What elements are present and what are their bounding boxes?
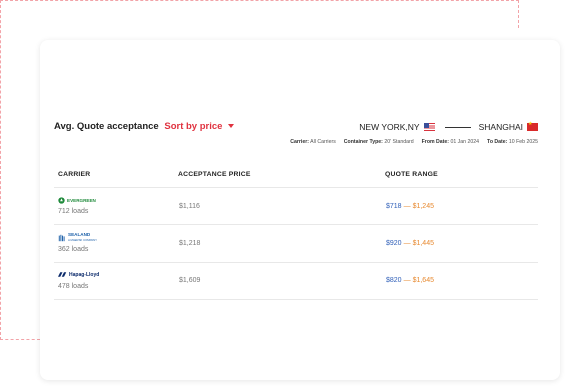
route-indicator: NEW YORK,NY SHANGHAI	[359, 121, 538, 132]
hapag-lloyd-emblem-icon	[58, 272, 67, 277]
filter-from-date: From Date: 01 Jan 2024	[421, 139, 480, 145]
chevron-down-icon[interactable]	[228, 124, 235, 129]
evergreen-emblem-icon	[58, 197, 65, 204]
column-header-quote-range: QUOTE RANGE	[385, 171, 438, 178]
quote-range: $920— $1,445	[386, 240, 434, 247]
filter-summary: Carrier: All Carriers Container Type: 20…	[290, 139, 538, 145]
quote-acceptance-card: Avg. Quote acceptance Sort by price NEW …	[40, 40, 560, 380]
card-title: Avg. Quote acceptance	[54, 121, 159, 132]
acceptance-price: $1,218	[179, 240, 201, 247]
header-divider	[54, 187, 538, 188]
row-divider	[54, 224, 538, 225]
quote-range: $718— $1,245	[386, 203, 434, 210]
carrier-loads: 712 loads	[58, 208, 89, 215]
quote-range: $820— $1,645	[386, 277, 434, 284]
filter-carrier: Carrier: All Carriers	[290, 139, 336, 145]
china-flag-icon	[527, 121, 538, 131]
row-divider	[54, 299, 538, 300]
acceptance-price: $1,609	[179, 277, 201, 284]
route-destination: SHANGHAI	[478, 122, 523, 132]
guide-line-top	[0, 0, 519, 1]
card-header: Avg. Quote acceptance Sort by price	[54, 121, 235, 132]
filter-container-type: Container Type: 20' Standard	[343, 139, 414, 145]
acceptance-price: $1,116	[179, 203, 200, 210]
column-header-acceptance-price: ACCEPTANCE PRICE	[178, 171, 251, 178]
evergreen-logo: EVERGREEN	[58, 197, 96, 204]
carrier-loads: 362 loads	[58, 246, 89, 253]
column-header-carrier: CARRIER	[58, 171, 91, 178]
sealand-logo: SEALAND A MAERSK COMPANY	[58, 232, 97, 242]
us-flag-icon	[423, 123, 435, 131]
guide-line-left	[0, 0, 1, 340]
sealand-emblem-icon	[58, 234, 65, 241]
route-line	[444, 126, 471, 128]
carrier-loads: 478 loads	[58, 283, 89, 290]
route-origin: NEW YORK,NY	[359, 122, 420, 132]
guide-line-right	[518, 0, 519, 28]
row-divider	[54, 262, 538, 263]
guide-line-bottom	[0, 339, 40, 340]
filter-to-date: To Date: 10 Feb 2025	[487, 139, 538, 145]
sort-dropdown-label[interactable]: Sort by price	[164, 121, 222, 132]
hapag-lloyd-logo: Hapag-Lloyd	[58, 271, 99, 278]
sort-dropdown[interactable]: Sort by price	[164, 121, 235, 132]
